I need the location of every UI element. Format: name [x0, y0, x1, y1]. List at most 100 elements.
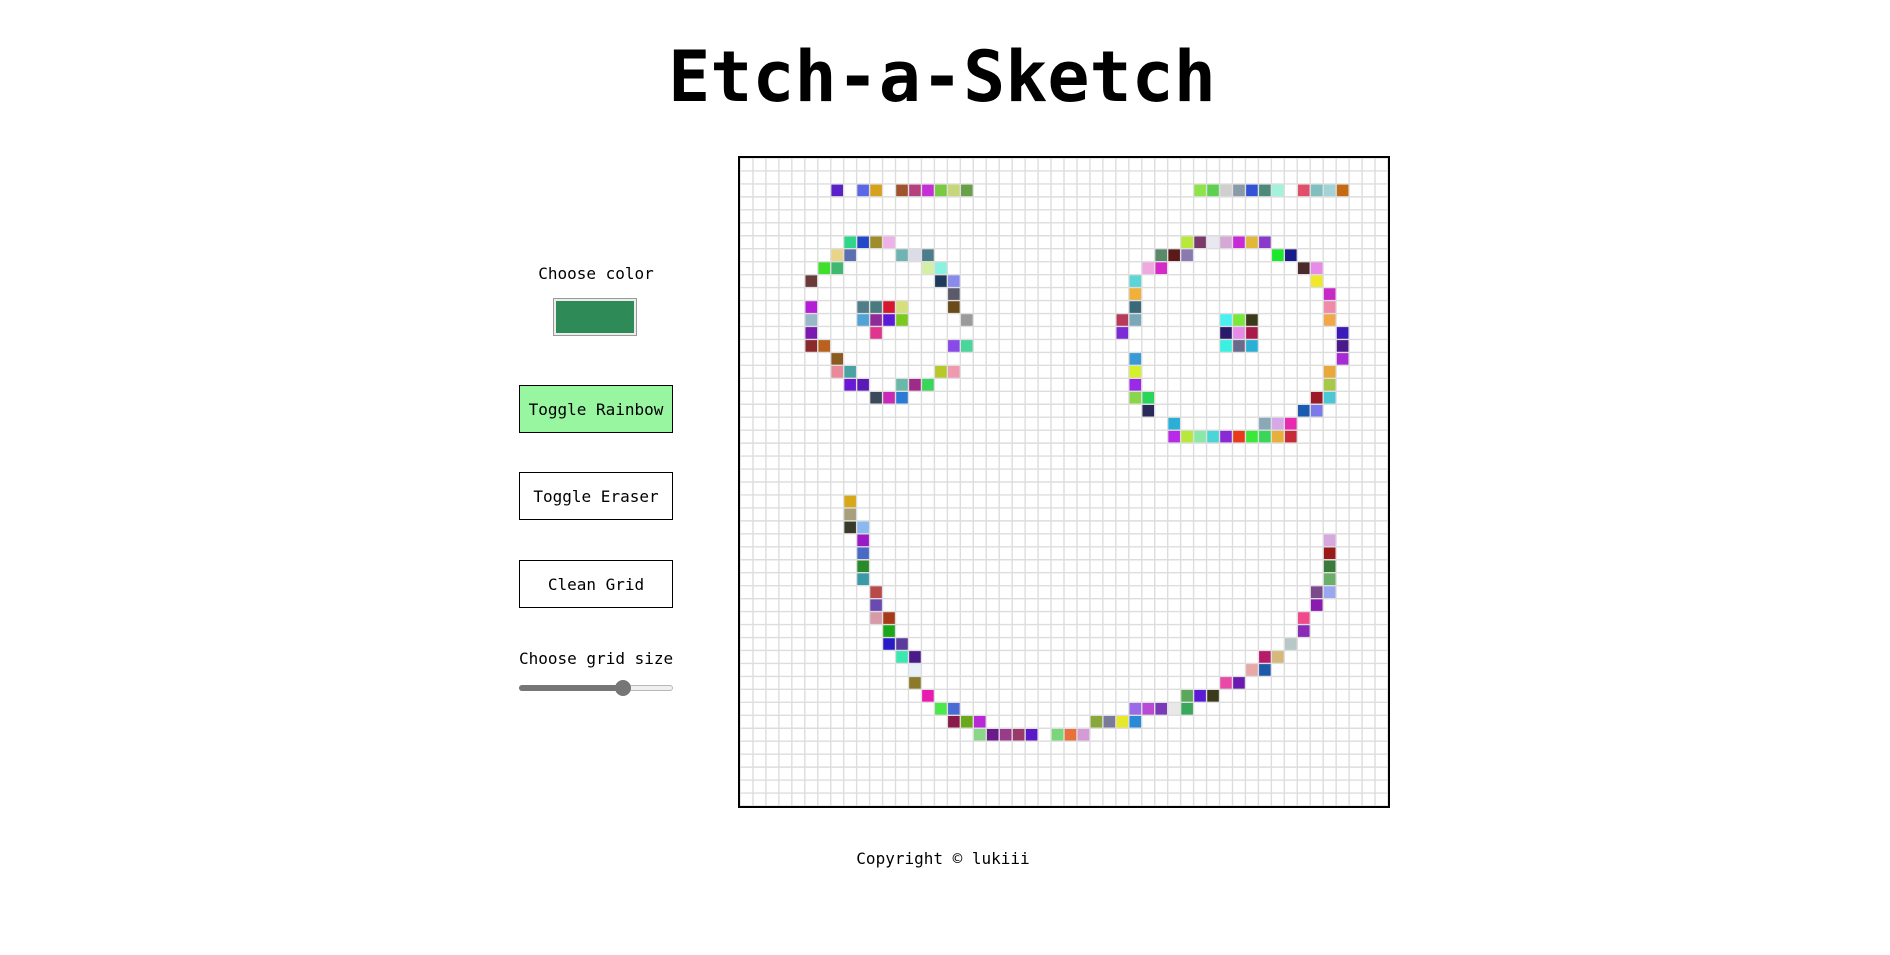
sketch-grid-canvas[interactable] [740, 158, 1388, 806]
painted-cell [1128, 287, 1142, 301]
painted-cell [1284, 248, 1298, 262]
painted-cell [1180, 702, 1194, 716]
page-title: Etch-a-Sketch [668, 36, 1216, 118]
painted-cell [1245, 339, 1259, 353]
painted-cell [1115, 313, 1129, 327]
painted-cell [1323, 365, 1337, 379]
painted-cell [869, 391, 883, 405]
painted-cell [1323, 300, 1337, 314]
painted-cell [1206, 689, 1220, 703]
painted-cell [1284, 417, 1298, 431]
etch-a-sketch-app: Etch-a-Sketch Choose color Toggle Rainbo… [0, 0, 1890, 955]
painted-cell [856, 546, 870, 560]
painted-cell [934, 365, 948, 379]
copyright-footer: Copyright © lukiii [856, 849, 1030, 868]
painted-cell [921, 261, 935, 275]
painted-cell [1219, 430, 1233, 444]
painted-cell [1258, 417, 1272, 431]
painted-cell [1271, 417, 1285, 431]
painted-cell [1219, 339, 1233, 353]
painted-cell [1336, 339, 1350, 353]
painted-cell [817, 339, 831, 353]
painted-cell [1323, 559, 1337, 573]
painted-cell [908, 676, 922, 690]
painted-cell [804, 339, 818, 353]
painted-cell [1310, 404, 1324, 418]
painted-cell [895, 300, 909, 314]
painted-cell [1167, 417, 1181, 431]
sketch-grid[interactable] [738, 156, 1390, 808]
painted-cell [1232, 326, 1246, 340]
painted-cell [960, 715, 974, 729]
painted-cell [973, 715, 987, 729]
painted-cell [1206, 235, 1220, 249]
painted-cell [1051, 728, 1064, 742]
painted-cell [1310, 183, 1324, 197]
painted-cell [1180, 248, 1194, 262]
painted-cell [1336, 352, 1350, 366]
painted-cell [921, 183, 935, 197]
painted-cell [1128, 352, 1142, 366]
painted-cell [1323, 313, 1337, 327]
painted-cell [1336, 183, 1350, 197]
painted-cell [1193, 689, 1207, 703]
painted-cell [895, 391, 909, 405]
painted-cell [1128, 365, 1142, 379]
painted-cell [1232, 313, 1246, 327]
painted-cell [882, 313, 896, 327]
painted-cell [1258, 663, 1272, 677]
painted-cell [947, 715, 961, 729]
painted-cell [999, 728, 1013, 742]
toggle-eraser-button[interactable]: Toggle Eraser [519, 472, 673, 520]
slider-track-fill [519, 685, 624, 691]
painted-cell [830, 352, 844, 366]
painted-cell [947, 300, 961, 314]
painted-cell [1128, 715, 1142, 729]
grid-size-slider[interactable] [519, 680, 673, 696]
painted-cell [1232, 339, 1246, 353]
toggle-rainbow-button[interactable]: Toggle Rainbow [519, 385, 673, 433]
painted-cell [1297, 611, 1311, 625]
painted-cell [843, 235, 857, 249]
painted-cell [947, 365, 961, 379]
painted-cell [1128, 274, 1142, 288]
color-picker[interactable] [553, 298, 637, 336]
painted-cell [869, 585, 883, 599]
painted-cell [895, 650, 909, 664]
painted-cell [895, 313, 909, 327]
painted-cell [1323, 546, 1337, 560]
painted-cell [882, 624, 896, 638]
painted-cell [843, 365, 857, 379]
painted-cell [1323, 183, 1337, 197]
painted-cell [908, 663, 922, 677]
painted-cell [908, 378, 922, 392]
painted-cell [1297, 624, 1311, 638]
painted-cell [973, 728, 987, 742]
painted-cell [1232, 676, 1246, 690]
clean-grid-button[interactable]: Clean Grid [519, 560, 673, 608]
painted-cell [1258, 650, 1272, 664]
painted-cell [843, 494, 857, 508]
painted-cell [1167, 430, 1181, 444]
painted-cell [1323, 391, 1337, 405]
painted-cell [1219, 235, 1233, 249]
painted-cell [817, 261, 831, 275]
painted-cell [1323, 287, 1337, 301]
painted-cell [1128, 391, 1142, 405]
painted-cell [1154, 248, 1168, 262]
slider-thumb[interactable] [615, 680, 632, 696]
painted-cell [882, 235, 896, 249]
painted-cell [1089, 715, 1103, 729]
painted-cell [1141, 261, 1155, 275]
painted-cell [1219, 313, 1233, 327]
painted-cell [856, 313, 870, 327]
painted-cell [921, 378, 935, 392]
painted-cell [1323, 572, 1337, 586]
painted-cell [1193, 430, 1207, 444]
painted-cell [804, 326, 818, 340]
choose-color-label: Choose color [538, 264, 654, 283]
painted-cell [960, 183, 974, 197]
painted-cell [856, 235, 870, 249]
painted-cell [1141, 391, 1155, 405]
painted-cell [856, 559, 870, 573]
